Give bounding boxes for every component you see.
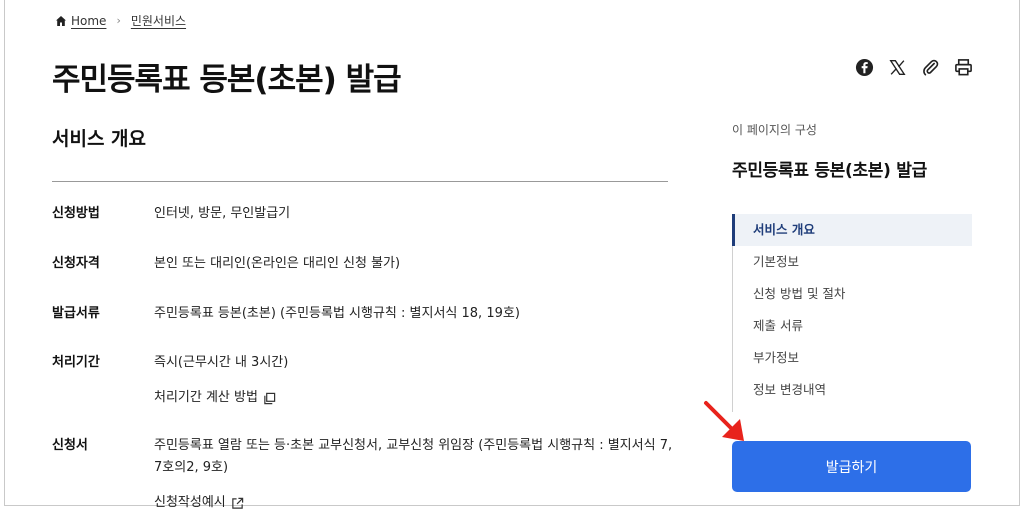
toc-item-submission-documents[interactable]: 제출 서류 (733, 310, 972, 342)
info-value-text: 주민등록표 열람 또는 등·초본 교부신청서, 교부신청 위임장 (주민등록법 … (154, 438, 673, 475)
toc-list: 서비스 개요 기본정보 신청 방법 및 절차 제출 서류 부가정보 정보 변경내… (732, 214, 972, 412)
form-example-link[interactable]: 신청작성예시 (154, 492, 244, 514)
info-value: 주민등록표 열람 또는 등·초본 교부신청서, 교부신청 위임장 (주민등록법 … (154, 435, 679, 514)
red-arrow-annotation (704, 401, 744, 441)
section-title: 서비스 개요 (52, 128, 147, 150)
info-row-processing-time: 처리기간 즉시(근무시간 내 3시간) 처리기간 계산 방법 (52, 352, 679, 409)
print-icon[interactable] (954, 58, 973, 77)
info-label: 발급서류 (52, 306, 100, 321)
info-row-eligibility: 신청자격 본인 또는 대리인(온라인은 대리인 신청 불가) (52, 253, 679, 275)
info-label: 처리기간 (52, 355, 100, 370)
info-value: 인터넷, 방문, 무인발급기 (154, 206, 291, 221)
toc-item-change-history[interactable]: 정보 변경내역 (733, 374, 972, 406)
info-value: 즉시(근무시간 내 3시간) 처리기간 계산 방법 (154, 352, 679, 409)
breadcrumb-current-link[interactable]: 민원서비스 (131, 12, 186, 29)
copy-icon (264, 392, 276, 404)
info-row-documents: 발급서류 주민등록표 등본(초본) (주민등록법 시행규칙 : 별지서식 18,… (52, 303, 679, 325)
issue-button[interactable]: 발급하기 (732, 441, 971, 492)
processing-time-calc-link[interactable]: 처리기간 계산 방법 (154, 387, 276, 409)
toc-caption: 이 페이지의 구성 (732, 123, 817, 137)
info-value-text: 즉시(근무시간 내 3시간) (154, 355, 289, 370)
info-row-method: 신청방법 인터넷, 방문, 무인발급기 (52, 203, 679, 225)
chevron-right-icon: › (116, 14, 121, 27)
breadcrumb: Home › 민원서비스 (55, 12, 186, 29)
x-icon[interactable] (888, 58, 907, 77)
info-value: 본인 또는 대리인(온라인은 대리인 신청 불가) (154, 256, 401, 271)
link-label: 처리기간 계산 방법 (154, 390, 258, 405)
page-title: 주민등록표 등본(초본) 발급 (52, 62, 402, 98)
toc-item-basic-info[interactable]: 기본정보 (733, 246, 972, 278)
toc-item-additional-info[interactable]: 부가정보 (733, 342, 972, 374)
breadcrumb-home-link[interactable]: Home (71, 14, 106, 28)
info-label: 신청자격 (52, 256, 100, 271)
toc-item-method-procedure[interactable]: 신청 방법 및 절차 (733, 278, 972, 310)
toc-item-service-overview[interactable]: 서비스 개요 (732, 214, 972, 246)
info-value: 주민등록표 등본(초본) (주민등록법 시행규칙 : 별지서식 18, 19호) (154, 306, 520, 321)
info-row-application-form: 신청서 주민등록표 열람 또는 등·초본 교부신청서, 교부신청 위임장 (주민… (52, 435, 679, 514)
toc-title: 주민등록표 등본(초본) 발급 (732, 161, 927, 181)
home-icon (56, 15, 66, 26)
link-label: 신청작성예시 (154, 495, 226, 510)
external-link-icon (232, 497, 243, 509)
info-label: 신청방법 (52, 206, 100, 221)
section-divider (52, 181, 668, 182)
share-toolbar (855, 58, 973, 77)
facebook-icon[interactable] (855, 58, 874, 77)
paperclip-icon[interactable] (921, 58, 940, 77)
info-label: 신청서 (52, 438, 88, 453)
